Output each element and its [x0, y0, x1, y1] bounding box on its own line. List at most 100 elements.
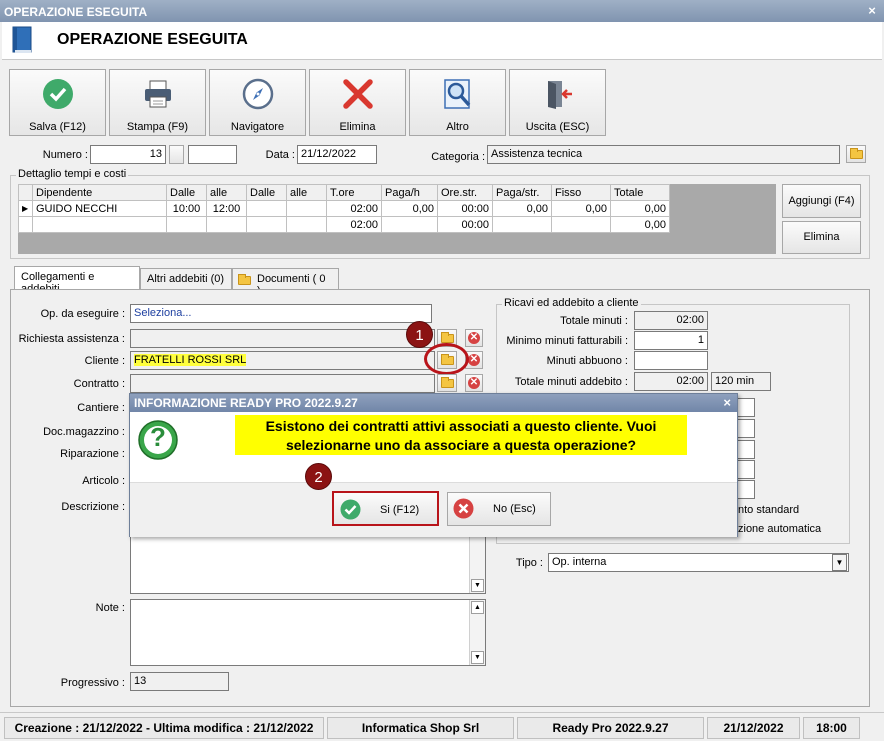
table-cell[interactable]: 0,00 — [610, 200, 670, 217]
abbuono-input[interactable] — [634, 351, 708, 370]
question-glyph: ? — [150, 422, 166, 452]
contratto-label: Contratto : — [73, 378, 125, 390]
tipo-select[interactable]: Op. interna — [548, 553, 849, 572]
tab-documenti[interactable]: Documenti ( 0 ) — [232, 268, 339, 297]
hidden-field-3[interactable] — [737, 440, 755, 459]
column-header[interactable]: Paga/str. — [492, 184, 552, 201]
categoria-label: Categoria : — [431, 151, 485, 163]
column-header[interactable]: Dalle — [166, 184, 207, 201]
table-cell — [492, 216, 552, 233]
column-header[interactable]: Dipendente — [32, 184, 167, 201]
tipo-value: Op. interna — [552, 556, 607, 568]
column-header[interactable]: alle — [206, 184, 247, 201]
table-cell[interactable] — [246, 200, 287, 217]
numero-spin-button[interactable] — [169, 145, 184, 164]
printer-icon — [145, 80, 171, 108]
dettaglio-title: Dettaglio tempi e costi — [16, 168, 129, 180]
exit-door-icon — [548, 81, 572, 109]
book-icon — [12, 26, 32, 53]
hidden-field-1[interactable] — [737, 398, 755, 417]
numero-suffix-input[interactable] — [188, 145, 237, 164]
table-cell[interactable] — [286, 200, 327, 217]
column-header[interactable]: T.ore — [326, 184, 382, 201]
table-cell — [32, 216, 167, 233]
scroll-up-arrow[interactable]: ▲ — [471, 601, 484, 614]
table-cell[interactable]: 12:00 — [206, 200, 247, 217]
cliente-clear-button[interactable]: ✕ — [465, 351, 483, 369]
salva-button[interactable]: Salva (F12) — [9, 69, 106, 136]
op-label: Op. da eseguire : — [40, 308, 125, 320]
categoria-folder-button[interactable] — [846, 145, 866, 163]
table-cell[interactable]: 0,00 — [381, 200, 438, 217]
note-scrollbar[interactable]: ▲ ▼ — [469, 600, 485, 665]
table-row[interactable]: ▶ GUIDO NECCHI 10:00 12:00 02:00 0,00 00… — [18, 200, 670, 217]
no-button[interactable]: No (Esc) — [447, 492, 551, 526]
categoria-input[interactable]: Assistenza tecnica — [487, 145, 840, 164]
stampa-button[interactable]: Stampa (F9) — [109, 69, 206, 136]
addebito-input[interactable]: 02:00 — [634, 372, 708, 391]
altro-button[interactable]: Altro — [409, 69, 506, 136]
hidden-field-2[interactable] — [737, 419, 755, 438]
op-input[interactable]: Seleziona... — [130, 304, 432, 323]
standard-option-label[interactable]: nto standard — [738, 504, 799, 516]
message-line-1: Esistono dei contratti attivi associati … — [265, 418, 657, 434]
yes-button[interactable]: Si (F12) — [332, 491, 439, 526]
minimo-input[interactable]: 1 — [634, 331, 708, 350]
numero-input[interactable]: 13 — [90, 145, 166, 164]
close-window-button[interactable]: × — [864, 3, 880, 18]
clear-icon: ✕ — [469, 354, 479, 365]
elimina-toolbar-button[interactable]: Elimina — [309, 69, 406, 136]
column-header[interactable]: Dalle — [246, 184, 287, 201]
hidden-field-4[interactable] — [737, 460, 755, 479]
totale-minuti-input[interactable]: 02:00 — [634, 311, 708, 330]
scroll-down-arrow[interactable]: ▼ — [471, 579, 484, 592]
column-header[interactable]: Totale — [610, 184, 670, 201]
richiesta-clear-button[interactable]: ✕ — [465, 329, 483, 347]
richiesta-input[interactable] — [130, 329, 435, 348]
row-indicator: ▶ — [18, 200, 33, 217]
data-input[interactable]: 21/12/2022 — [297, 145, 377, 164]
riparazione-label: Riparazione : — [60, 448, 125, 460]
folder-icon — [850, 148, 863, 159]
scroll-down-arrow[interactable]: ▼ — [471, 651, 484, 664]
status-bar: Creazione : 21/12/2022 - Ultima modifica… — [0, 712, 884, 741]
contratto-input[interactable] — [130, 374, 435, 393]
column-header[interactable]: Ore.str. — [437, 184, 493, 201]
cantiere-label: Cantiere : — [77, 402, 125, 414]
table-cell[interactable]: 00:00 — [437, 200, 493, 217]
table-cell[interactable]: 0,00 — [492, 200, 552, 217]
table-cell: 02:00 — [326, 216, 382, 233]
column-header[interactable]: alle — [286, 184, 327, 201]
uscita-button[interactable]: Uscita (ESC) — [509, 69, 606, 136]
note-textarea[interactable] — [130, 599, 486, 666]
automatica-option-label[interactable]: zione automatica — [738, 523, 821, 535]
column-header[interactable]: Paga/h — [381, 184, 438, 201]
no-label: No (Esc) — [493, 503, 536, 515]
column-header[interactable]: Fisso — [551, 184, 611, 201]
addebito-min-input[interactable]: 120 min — [711, 372, 771, 391]
chevron-down-icon[interactable]: ▼ — [832, 554, 847, 571]
table-cell: 00:00 — [437, 216, 493, 233]
navigatore-button[interactable]: Navigatore — [209, 69, 306, 136]
table-cell[interactable]: 0,00 — [551, 200, 611, 217]
window-titlebar: OPERAZIONE ESEGUITA × — [0, 0, 884, 22]
dialog-close-button[interactable]: × — [723, 395, 731, 410]
tab-altri-addebiti[interactable]: Altri addebiti (0) — [140, 268, 232, 290]
cliente-input[interactable]: FRATELLI ROSSI SRL — [130, 351, 435, 370]
message-line-2: selezionarne uno da associare a questa o… — [285, 437, 637, 453]
docmag-label: Doc.magazzino : — [43, 426, 125, 438]
elimina-row-button[interactable]: Elimina — [782, 221, 861, 254]
folder-icon — [441, 377, 454, 388]
cancel-circle-icon — [453, 498, 474, 519]
table-cell — [166, 216, 207, 233]
table-cell[interactable]: 10:00 — [166, 200, 207, 217]
table-cell: 0,00 — [610, 216, 670, 233]
table-cell[interactable]: GUIDO NECCHI — [32, 200, 167, 217]
hidden-field-5[interactable] — [737, 480, 755, 499]
table-cell[interactable]: 02:00 — [326, 200, 382, 217]
contratto-folder-button[interactable] — [437, 374, 457, 392]
progressivo-input[interactable]: 13 — [130, 672, 229, 691]
aggiungi-button[interactable]: Aggiungi (F4) — [782, 184, 861, 218]
contratto-clear-button[interactable]: ✕ — [465, 374, 483, 392]
tab-collegamenti[interactable]: Collegamenti e addebiti — [14, 266, 140, 295]
